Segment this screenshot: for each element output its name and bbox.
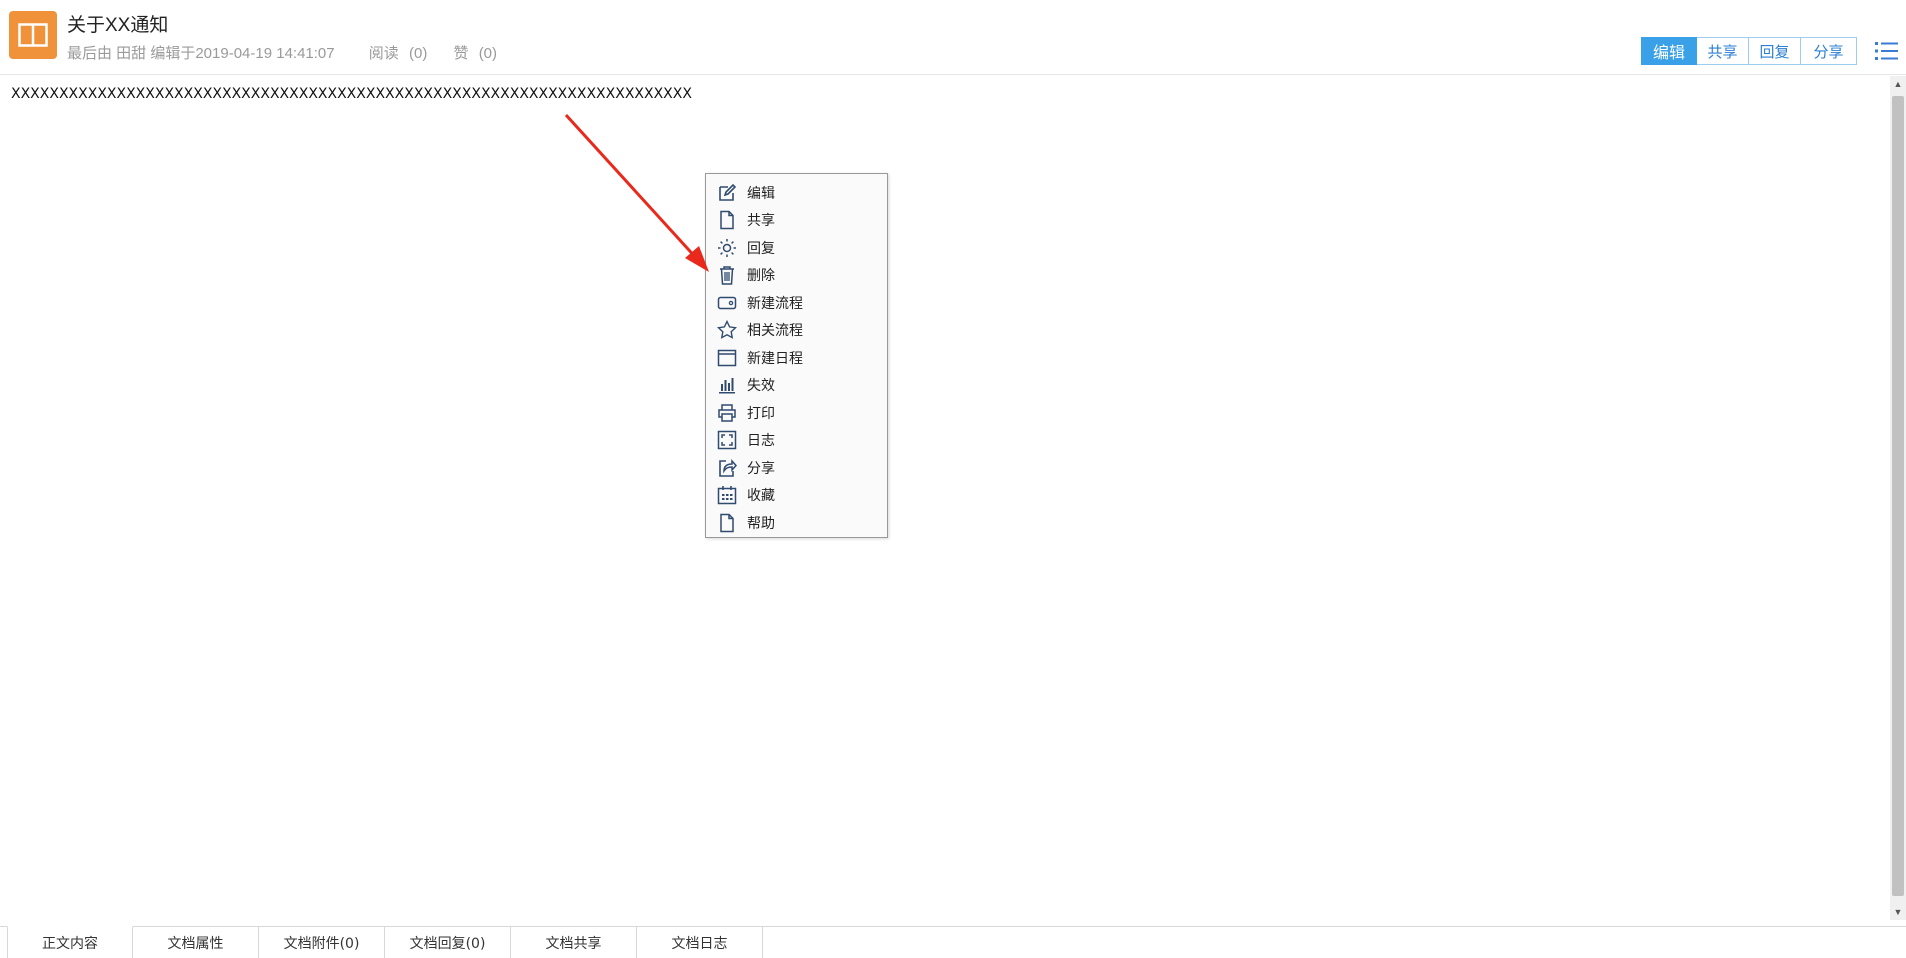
tab-log[interactable]: 文档日志 [637, 927, 763, 958]
document-meta: 最后由 田甜 编辑于2019-04-19 14:41:07 阅读 (0) 赞 (… [67, 42, 497, 63]
menu-item-label: 收藏 [747, 488, 775, 505]
scroll-down-icon[interactable]: ▼ [1890, 904, 1906, 920]
document-text: XXXXXXXXXXXXXXXXXXXXXXXXXXXXXXXXXXXXXXXX… [11, 86, 692, 102]
tab-sharing[interactable]: 文档共享 [511, 927, 637, 958]
bottom-tab-bar: 正文内容 文档属性 文档附件(0) 文档回复(0) 文档共享 文档日志 [0, 926, 1906, 958]
star-icon [716, 319, 738, 341]
menu-item-related-process[interactable]: 相关流程 [706, 317, 887, 345]
menu-item-invalidate[interactable]: 失效 [706, 372, 887, 400]
wallet-icon [716, 292, 738, 314]
scroll-thumb[interactable] [1892, 96, 1904, 896]
bar-chart-icon [716, 374, 738, 396]
menu-item-new-schedule[interactable]: 新建日程 [706, 344, 887, 372]
sun-icon [716, 237, 738, 259]
book-icon [9, 11, 57, 59]
menu-item-collaborate[interactable]: 共享 [706, 207, 887, 235]
vertical-scrollbar[interactable]: ▲ ▼ [1890, 76, 1906, 920]
calendar-icon [716, 484, 738, 506]
menu-item-label: 删除 [747, 268, 775, 285]
reply-button[interactable]: 回复 [1749, 37, 1801, 65]
menu-item-help[interactable]: 帮助 [706, 509, 887, 537]
document-body: XXXXXXXXXXXXXXXXXXXXXXXXXXXXXXXXXXXXXXXX… [0, 76, 1888, 926]
collaborate-button[interactable]: 共享 [1697, 37, 1749, 65]
fullscreen-icon [716, 429, 738, 451]
like-label[interactable]: 赞 [454, 42, 469, 63]
menu-item-delete[interactable]: 删除 [706, 262, 887, 290]
action-toolbar: 编辑 共享 回复 分享 [1641, 37, 1857, 65]
tab-list: 正文内容 文档属性 文档附件(0) 文档回复(0) 文档共享 文档日志 [7, 926, 763, 958]
menu-item-share[interactable]: 分享 [706, 454, 887, 482]
menu-item-reply[interactable]: 回复 [706, 234, 887, 262]
menu-item-label: 新建流程 [747, 295, 803, 312]
menu-item-label: 共享 [747, 213, 775, 230]
menu-item-new-process[interactable]: 新建流程 [706, 289, 887, 317]
read-count: (0) [408, 45, 428, 62]
read-label: 阅读 [368, 45, 399, 62]
document-icon [716, 209, 738, 231]
printer-icon [716, 402, 738, 424]
document-header: 关于XX通知 最后由 田甜 编辑于2019-04-19 14:41:07 阅读 … [0, 0, 1906, 75]
menu-item-label: 打印 [747, 405, 775, 422]
menu-item-favorite[interactable]: 收藏 [706, 482, 887, 510]
edit-icon [716, 182, 738, 204]
menu-item-log[interactable]: 日志 [706, 427, 887, 455]
menu-item-label: 分享 [747, 460, 775, 477]
context-menu: 编辑 共享 回复 删除 新建流程 相关流程 新建日程 失效 打印 日志 分享 收… [705, 173, 888, 538]
page-title: 关于XX通知 [67, 15, 169, 36]
document-icon [716, 512, 738, 534]
tab-content[interactable]: 正文内容 [7, 926, 133, 958]
menu-item-label: 帮助 [747, 515, 775, 532]
share-icon [716, 457, 738, 479]
share-button[interactable]: 分享 [1801, 37, 1857, 65]
menu-item-print[interactable]: 打印 [706, 399, 887, 427]
menu-item-label: 编辑 [747, 185, 775, 202]
like-count: (0) [478, 45, 498, 62]
menu-item-label: 失效 [747, 378, 775, 395]
scroll-up-icon[interactable]: ▲ [1890, 76, 1906, 92]
tab-properties[interactable]: 文档属性 [133, 927, 259, 958]
menu-item-label: 日志 [747, 433, 775, 450]
window-icon [716, 347, 738, 369]
menu-item-label: 回复 [747, 240, 775, 257]
tab-attachments[interactable]: 文档附件(0) [259, 927, 385, 958]
edit-button[interactable]: 编辑 [1641, 37, 1697, 65]
tab-replies[interactable]: 文档回复(0) [385, 927, 511, 958]
edited-info: 最后由 田甜 编辑于2019-04-19 14:41:07 [67, 45, 335, 62]
menu-item-label: 相关流程 [747, 323, 803, 340]
menu-item-edit[interactable]: 编辑 [706, 179, 887, 207]
menu-item-label: 新建日程 [747, 350, 803, 367]
trash-icon [716, 264, 738, 286]
list-icon[interactable] [1874, 38, 1900, 64]
